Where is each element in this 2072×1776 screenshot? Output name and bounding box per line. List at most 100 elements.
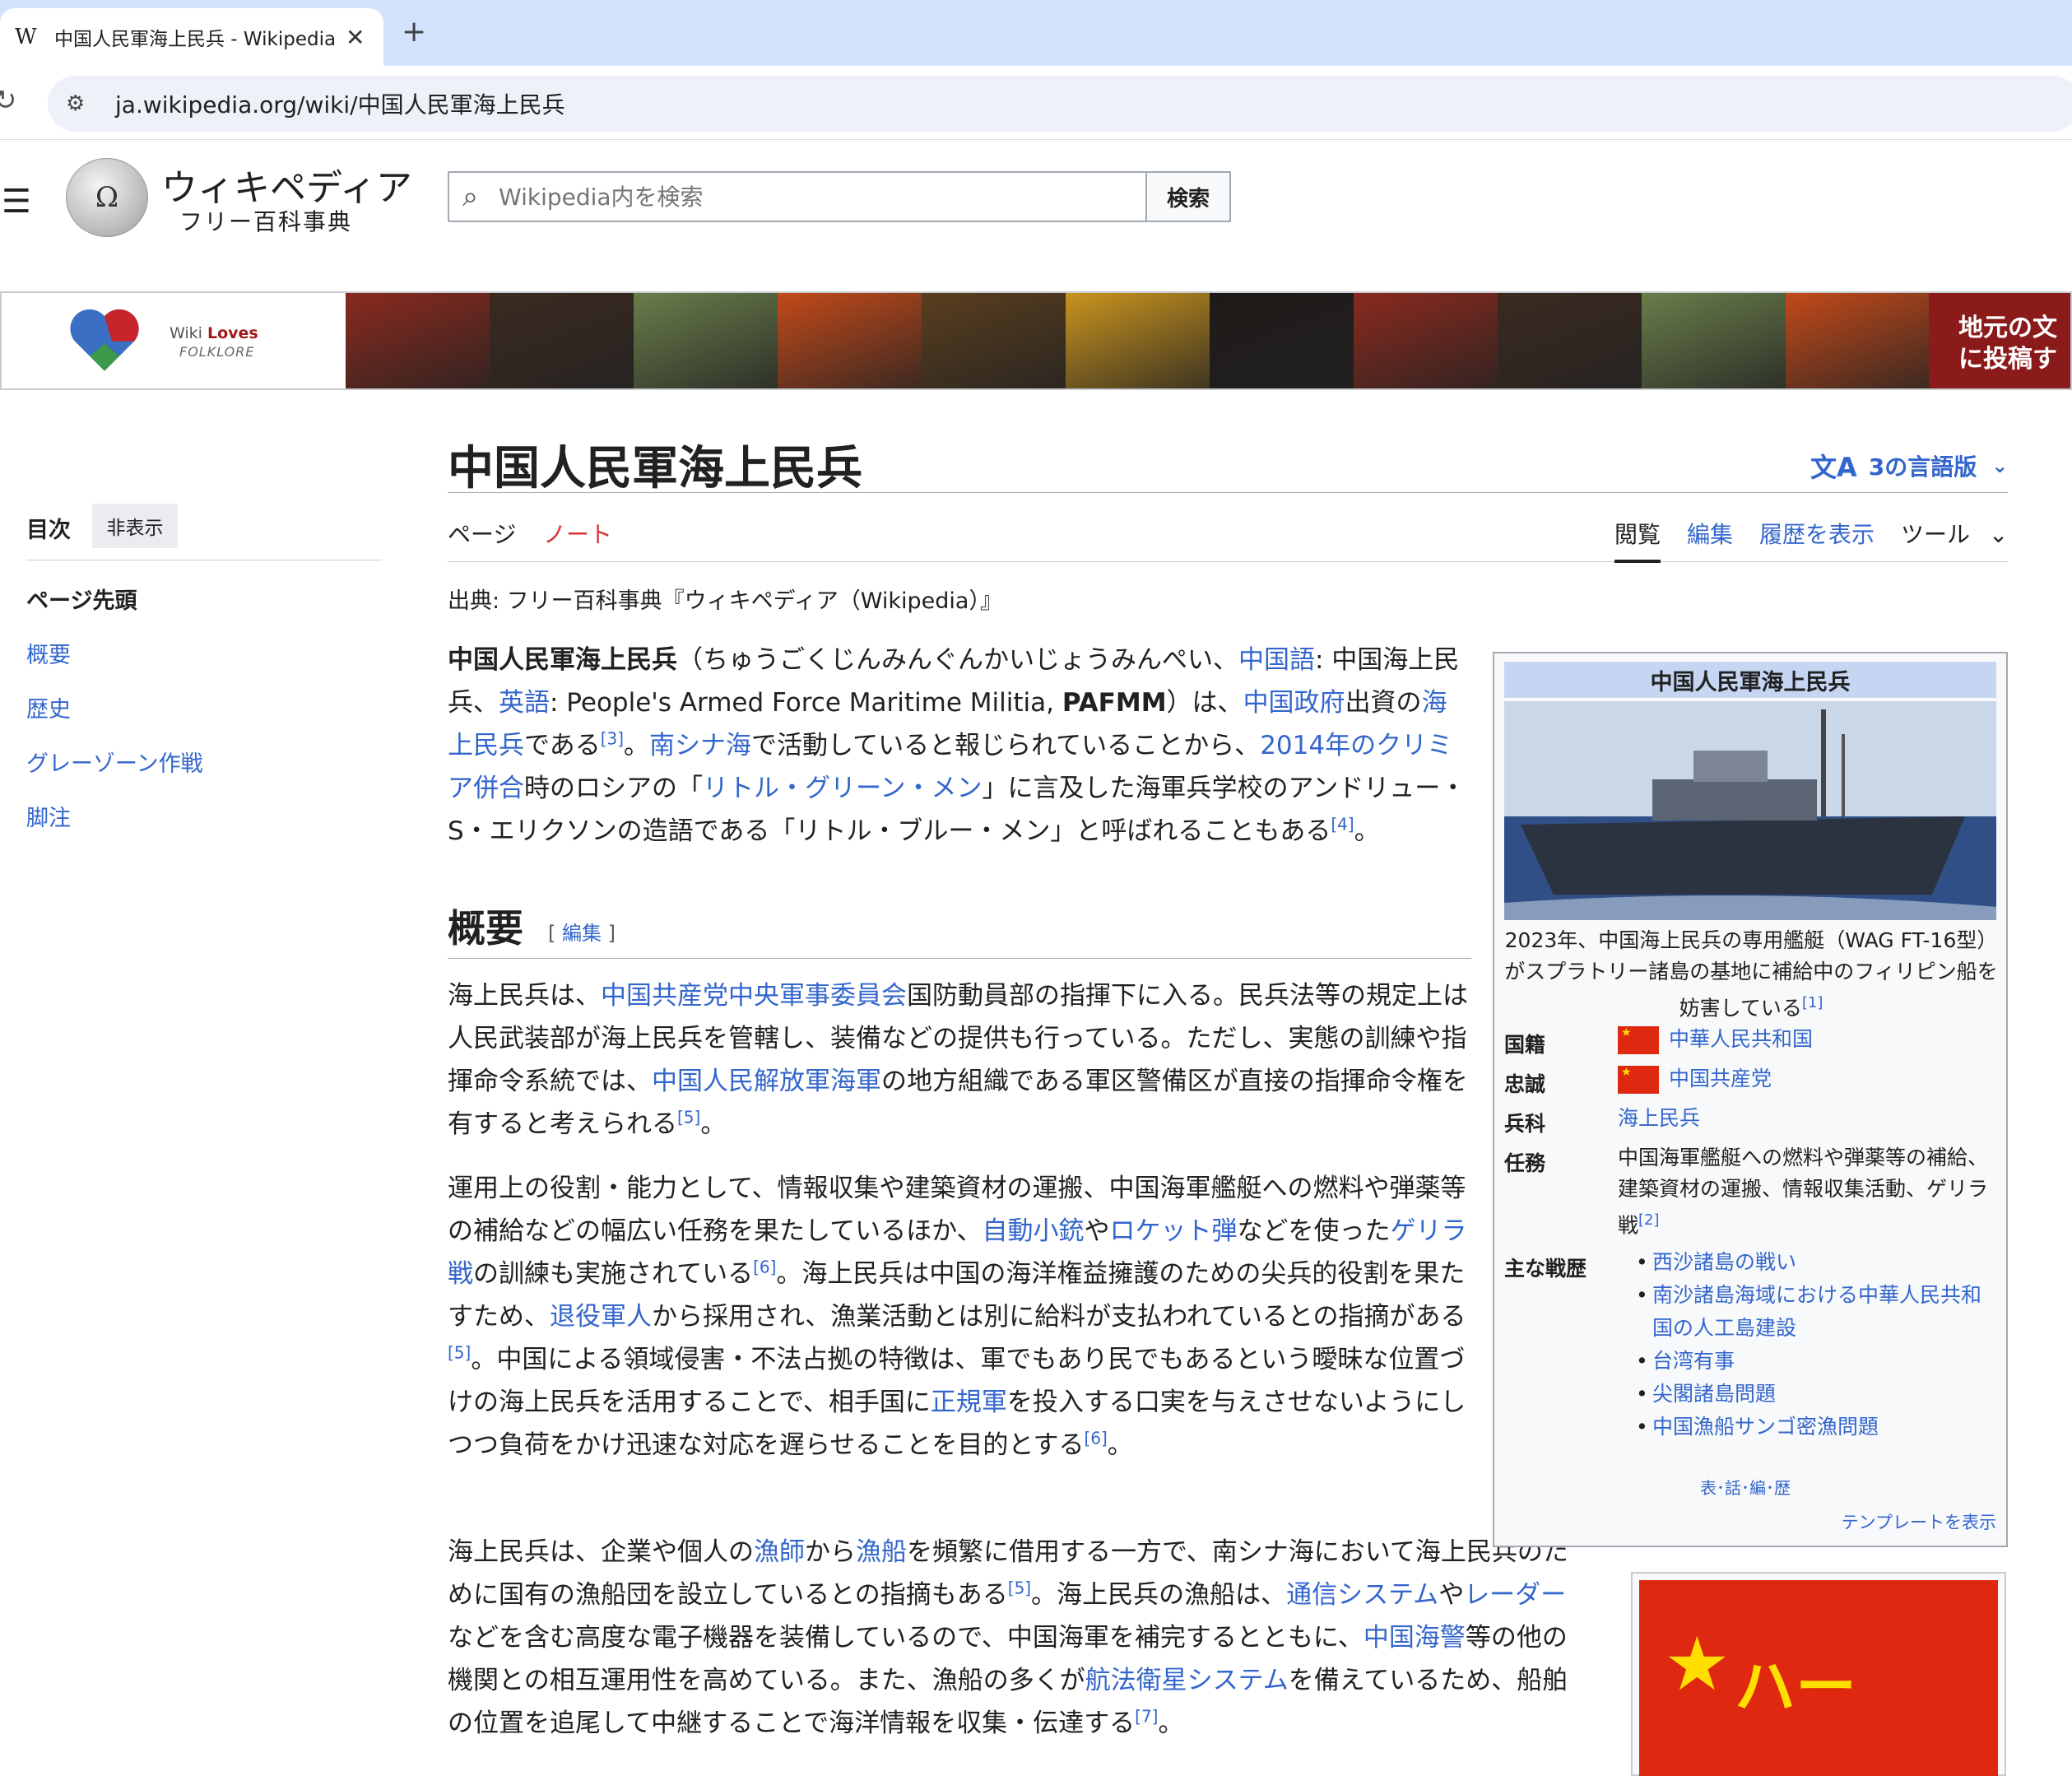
link-chinese-language[interactable]: 中国語 (1238, 645, 1315, 675)
list-item[interactable]: 中国漁船サンゴ密漁問題 (1636, 1411, 1998, 1444)
infobox-nav-links[interactable]: 表･話･編･歴 (1700, 1475, 1791, 1499)
reload-icon[interactable]: ↻ (0, 84, 17, 117)
banner-photo (1066, 293, 1210, 388)
chevron-down-icon: ⌄ (1988, 521, 2009, 548)
militia-flag-image[interactable]: ★ ハー (1631, 1572, 2006, 1776)
toc-item-history[interactable]: 歴史 (26, 691, 71, 723)
pla-flag: ★ ハー (1639, 1580, 1998, 1776)
browser-tab[interactable]: W 中国人民軍海上民兵 - Wikipedia ✕ (0, 8, 383, 66)
ref-4[interactable]: [4] (1331, 815, 1354, 835)
tab-title: 中国人民軍海上民兵 - Wikipedia (54, 29, 337, 50)
ref-5[interactable]: [5] (677, 1108, 700, 1127)
toc-hide-button[interactable]: 非表示 (92, 504, 178, 548)
page-title: 中国人民軍海上民兵 (448, 441, 862, 495)
chevron-down-icon: ⌄ (1991, 454, 2009, 477)
ref-3[interactable]: [3] (601, 729, 624, 749)
banner-wiki-loves: Wiki Loves (170, 324, 258, 342)
banner-photo (634, 293, 778, 388)
section-edit-link[interactable]: [ 編集 ] (548, 917, 616, 946)
link-english[interactable]: 英語 (499, 688, 550, 718)
tab-history[interactable]: 履歴を表示 (1759, 517, 1875, 550)
tab-tools[interactable]: ツール ⌄ (1901, 517, 2008, 550)
main-menu-icon[interactable]: ☰ (2, 183, 31, 221)
link-pla-navy[interactable]: 中国人民解放軍海軍 (652, 1067, 881, 1096)
close-tab-icon[interactable]: ✕ (346, 24, 365, 51)
wikipedia-globe-logo-icon[interactable]: Ω (66, 158, 148, 237)
infobox-value-mission: 中国海軍艦艇への燃料や弾薬等の補給、建築資材の運搬、情報収集活動、ゲリラ戦[2] (1618, 1146, 1989, 1238)
link-automatic-rifle[interactable]: 自動小銃 (982, 1216, 1084, 1246)
active-tab-indicator (1614, 560, 1661, 563)
infobox-value-allegiance: 中国共産党 (1618, 1063, 1996, 1095)
infobox-value-country: 中華人民共和国 (1618, 1024, 1996, 1055)
ref-6[interactable]: [6] (753, 1258, 776, 1277)
banner-call-to-action[interactable]: 地元の文 に投稿す (1929, 293, 2070, 388)
banner-photo-strip (346, 293, 1930, 388)
paragraph-1: 海上民兵は、中国共産党中央軍事委員会国防動員部の指揮下に入る。民兵法等の規定上は… (448, 981, 1468, 1139)
new-tab-icon[interactable]: + (402, 15, 426, 49)
tabs-divider (448, 561, 2008, 562)
banner-photo (1642, 293, 1786, 388)
link-south-china-sea[interactable]: 南シナ海 (649, 731, 751, 760)
banner-logo: Wiki Loves FOLKLORE (2, 293, 346, 388)
paragraph-3: 海上民兵は、企業や個人の漁師から漁船を頻繁に借用する一方で、南シナ海において海上… (448, 1537, 1568, 1738)
toc-item-overview[interactable]: 概要 (26, 637, 71, 669)
link-navigation-satellite[interactable]: 航法衛星システム (1085, 1666, 1289, 1695)
tab-edit[interactable]: 編集 (1687, 517, 1733, 550)
title-divider (448, 492, 2008, 493)
ccp-flag-icon (1618, 1066, 1659, 1094)
infobox-label-branch: 兵科 (1504, 1112, 1546, 1136)
infobox: 中国人民軍海上民兵 2023年、中国海上民兵の専用艦艇（WAG FT-16型）が… (1493, 652, 2008, 1547)
list-item[interactable]: 西沙諸島の戦い (1636, 1246, 1998, 1279)
star-icon: ★ (1664, 1621, 1731, 1708)
browser-toolbar: ↻ ⚙ ja.wikipedia.org/wiki/中国人民軍海上民兵 (0, 66, 2072, 140)
tab-page[interactable]: ページ (448, 517, 516, 550)
link-rocket[interactable]: ロケット弾 (1109, 1216, 1237, 1246)
link-guerrilla[interactable]: ゲリラ戦 (448, 1216, 1466, 1289)
wiki-loves-folklore-banner[interactable]: Wiki Loves FOLKLORE 地元の文 に投稿す (0, 291, 2072, 390)
infobox-label-mission: 任務 (1504, 1151, 1546, 1175)
puzzle-heart-icon (70, 309, 139, 371)
link-veterans[interactable]: 退役軍人 (550, 1302, 652, 1332)
search-button[interactable]: 検索 (1145, 171, 1231, 222)
list-item[interactable]: 尖閣諸島問題 (1636, 1378, 1998, 1411)
paragraph-2: 運用上の役割・能力として、情報収集や建築資材の運搬、中国海軍艦艇への燃料や弾薬等… (448, 1174, 1467, 1460)
infobox-label-battles: 主な戦歴 (1504, 1257, 1587, 1281)
toc-title: 目次 (26, 518, 71, 543)
ref-5b[interactable]: [5] (448, 1343, 471, 1363)
logo-wordmark[interactable]: ウィキペディア (161, 158, 412, 211)
toc-item-grayzone[interactable]: グレーゾーン作戦 (26, 746, 203, 778)
link-regular-army[interactable]: 正規軍 (931, 1388, 1007, 1417)
link-coast-guard[interactable]: 中国海警 (1364, 1623, 1466, 1653)
toc-item-notes[interactable]: 脚注 (26, 800, 71, 832)
search-input[interactable] (499, 183, 1124, 211)
address-bar[interactable]: ⚙ ja.wikipedia.org/wiki/中国人民軍海上民兵 (48, 76, 2072, 132)
translate-icon: 文A (1810, 452, 1857, 483)
link-fishing-boat[interactable]: 漁船 (856, 1537, 907, 1567)
url-text: ja.wikipedia.org/wiki/中国人民軍海上民兵 (115, 91, 565, 119)
toc-item-top[interactable]: ページ先頭 (26, 583, 137, 615)
banner-photo (1354, 293, 1498, 388)
tab-talk[interactable]: ノート (543, 517, 612, 550)
section-divider (448, 958, 1471, 959)
language-selector[interactable]: 文A 3の言語版 ⌄ (1810, 447, 2008, 485)
link-chinese-government[interactable]: 中国政府 (1243, 688, 1345, 718)
list-item[interactable]: 台湾有事 (1636, 1345, 1998, 1378)
show-template-link[interactable]: テンプレートを表示 (1842, 1509, 1996, 1534)
tab-read[interactable]: 閲覧 (1614, 517, 1661, 550)
logo-tagline: フリー百科事典 (179, 208, 353, 235)
militia-ship-photo[interactable] (1504, 701, 1996, 920)
link-central-military-commission[interactable]: 中国共産党中央軍事委員会 (601, 981, 907, 1011)
infobox-battles-list: 西沙諸島の戦い 南沙諸島海域における中華人民共和国の人工島建設 台湾有事 尖閣諸… (1636, 1246, 1998, 1444)
infobox-label-country: 国籍 (1504, 1033, 1546, 1057)
ref-6b[interactable]: [6] (1084, 1429, 1107, 1448)
ref-7[interactable]: [7] (1135, 1707, 1158, 1727)
site-settings-icon[interactable]: ⚙ (66, 91, 105, 116)
link-little-green-men[interactable]: リトル・グリーン・メン (703, 774, 982, 803)
link-fisherman[interactable]: 漁師 (754, 1537, 805, 1567)
search-icon: ⌕ (462, 180, 479, 213)
link-radar[interactable]: レーダー (1464, 1580, 1566, 1610)
ref-5c[interactable]: [5] (1008, 1578, 1031, 1598)
link-communication-system[interactable]: 通信システム (1286, 1580, 1438, 1610)
list-item[interactable]: 南沙諸島海域における中華人民共和国の人工島建設 (1636, 1279, 1998, 1345)
flag-emblem: ハー (1735, 1652, 1856, 1723)
